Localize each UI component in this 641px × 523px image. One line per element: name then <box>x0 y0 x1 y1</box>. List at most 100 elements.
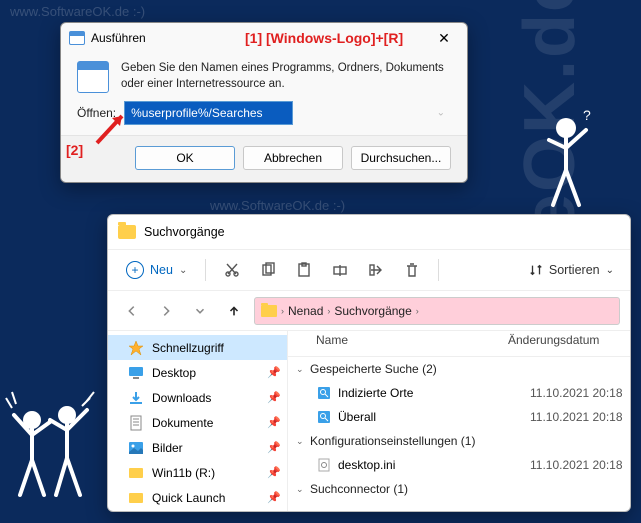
browse-button[interactable]: Durchsuchen... <box>351 146 451 170</box>
group-header[interactable]: ⌄ Gespeicherte Suche (2) <box>288 357 630 381</box>
explorer-titlebar: Suchvorgänge <box>108 215 630 249</box>
chevron-right-icon: › <box>281 306 284 316</box>
file-row[interactable]: desktop.ini 11.10.2021 20:18 <box>288 453 630 477</box>
sidebar-label: Downloads <box>152 391 211 405</box>
figure-thinking: ? <box>531 110 601 220</box>
sidebar-label: Desktop <box>152 366 196 380</box>
nav-up-button[interactable] <box>220 297 248 325</box>
explorer-sidebar: Schnellzugriff Desktop 📌 Downloads 📌 Dok… <box>108 331 288 511</box>
expand-icon[interactable]: ⌄ <box>296 436 310 447</box>
breadcrumb[interactable]: › Nenad › Suchvorgänge › <box>254 297 620 325</box>
pin-icon: 📌 <box>267 491 281 504</box>
sidebar-item-quickaccess[interactable]: Schnellzugriff <box>108 335 287 360</box>
column-headers: Name Änderungsdatum <box>288 333 630 357</box>
column-name-header[interactable]: Name <box>288 333 508 356</box>
nav-forward-button[interactable] <box>152 297 180 325</box>
breadcrumb-item[interactable]: Nenad <box>288 304 323 318</box>
pin-icon: 📌 <box>267 391 281 404</box>
toolbar-separator <box>438 259 439 281</box>
sidebar-item-desktop[interactable]: Desktop 📌 <box>108 360 287 385</box>
file-date: 11.10.2021 20:18 <box>530 458 623 472</box>
explorer-window: Suchvorgänge + Neu ⌄ Sortieren ⌄ › Nenad <box>107 214 631 512</box>
sidebar-label: Win11b (R:) <box>152 466 215 480</box>
plus-icon: + <box>126 261 144 279</box>
pin-icon: 📌 <box>267 466 281 479</box>
rename-icon[interactable] <box>324 256 356 284</box>
sidebar-label: Quick Launch <box>152 491 225 505</box>
group-label: Konfigurationseinstellungen (1) <box>310 434 475 448</box>
file-name: Indizierte Orte <box>338 386 530 400</box>
paste-icon[interactable] <box>288 256 320 284</box>
explorer-navbar: › Nenad › Suchvorgänge › <box>108 291 630 331</box>
folder-icon <box>128 490 144 506</box>
explorer-toolbar: + Neu ⌄ Sortieren ⌄ <box>108 249 630 291</box>
sort-button[interactable]: Sortieren ⌄ <box>523 259 620 281</box>
new-label: Neu <box>150 263 173 277</box>
chevron-down-icon: ⌄ <box>606 265 614 276</box>
file-date: 11.10.2021 20:18 <box>530 410 623 424</box>
ok-button[interactable]: OK <box>135 146 235 170</box>
new-button[interactable]: + Neu ⌄ <box>118 257 195 283</box>
ini-file-icon <box>316 457 332 473</box>
chevron-right-icon: › <box>327 306 330 316</box>
file-row[interactable]: Überall 11.10.2021 20:18 <box>288 405 630 429</box>
run-dialog-icon <box>69 31 85 45</box>
sidebar-item-drive[interactable]: Win11b (R:) 📌 <box>108 460 287 485</box>
file-row[interactable]: Indizierte Orte 11.10.2021 20:18 <box>288 381 630 405</box>
search-file-icon <box>316 409 332 425</box>
downloads-icon <box>128 390 144 406</box>
expand-icon[interactable]: ⌄ <box>296 484 310 495</box>
column-date-header[interactable]: Änderungsdatum <box>508 333 630 356</box>
file-name: desktop.ini <box>338 458 530 472</box>
cut-icon[interactable] <box>216 256 248 284</box>
watermark-text: www.SoftwareOK.de :-) <box>10 4 145 19</box>
folder-icon <box>118 225 136 239</box>
star-icon <box>128 340 144 356</box>
watermark-text: www.SoftwareOK.de :-) <box>210 198 345 213</box>
toolbar-separator <box>205 259 206 281</box>
group-header[interactable]: ⌄ Konfigurationseinstellungen (1) <box>288 429 630 453</box>
open-input[interactable] <box>124 101 293 125</box>
sidebar-label: Dokumente <box>152 416 213 430</box>
sidebar-item-downloads[interactable]: Downloads 📌 <box>108 385 287 410</box>
sidebar-label: Bilder <box>152 441 183 455</box>
pin-icon: 📌 <box>267 366 281 379</box>
nav-recent-chevron-icon[interactable] <box>186 297 214 325</box>
annotation-1: [1] [Windows-Logo]+[R] <box>245 30 403 46</box>
figure-celebrating <box>2 380 102 510</box>
run-dialog: Ausführen ✕ Geben Sie den Namen eines Pr… <box>60 22 468 183</box>
file-name: Überall <box>338 410 530 424</box>
sidebar-item-pictures[interactable]: Bilder 📌 <box>108 435 287 460</box>
run-title: Ausführen <box>91 31 146 45</box>
share-icon[interactable] <box>360 256 392 284</box>
pictures-icon <box>128 440 144 456</box>
run-app-icon <box>77 61 109 93</box>
file-date: 11.10.2021 20:18 <box>530 386 623 400</box>
copy-icon[interactable] <box>252 256 284 284</box>
chevron-down-icon: ⌄ <box>179 265 187 276</box>
sort-icon <box>529 263 543 277</box>
group-header[interactable]: ⌄ Suchconnector (1) <box>288 477 630 501</box>
group-label: Suchconnector (1) <box>310 482 502 496</box>
nav-back-button[interactable] <box>118 297 146 325</box>
run-description: Geben Sie den Namen eines Programms, Ord… <box>121 61 451 93</box>
close-button[interactable]: ✕ <box>429 23 459 53</box>
pin-icon: 📌 <box>267 441 281 454</box>
dropdown-chevron-icon[interactable]: ⌄ <box>437 108 445 119</box>
sidebar-item-quicklaunch[interactable]: Quick Launch 📌 <box>108 485 287 510</box>
desktop-icon <box>128 365 144 381</box>
sort-label: Sortieren <box>549 263 600 277</box>
expand-icon[interactable]: ⌄ <box>296 364 310 375</box>
folder-icon <box>261 305 277 317</box>
search-file-icon <box>316 385 332 401</box>
folder-icon <box>128 465 144 481</box>
pin-icon: 📌 <box>267 416 281 429</box>
explorer-content: Name Änderungsdatum ⌄ Gespeicherte Suche… <box>288 331 630 511</box>
sidebar-item-documents[interactable]: Dokumente 📌 <box>108 410 287 435</box>
breadcrumb-item[interactable]: Suchvorgänge <box>334 304 411 318</box>
delete-icon[interactable] <box>396 256 428 284</box>
group-label: Gespeicherte Suche (2) <box>310 362 502 376</box>
chevron-right-icon: › <box>416 306 419 316</box>
cancel-button[interactable]: Abbrechen <box>243 146 343 170</box>
svg-text:?: ? <box>583 110 591 123</box>
